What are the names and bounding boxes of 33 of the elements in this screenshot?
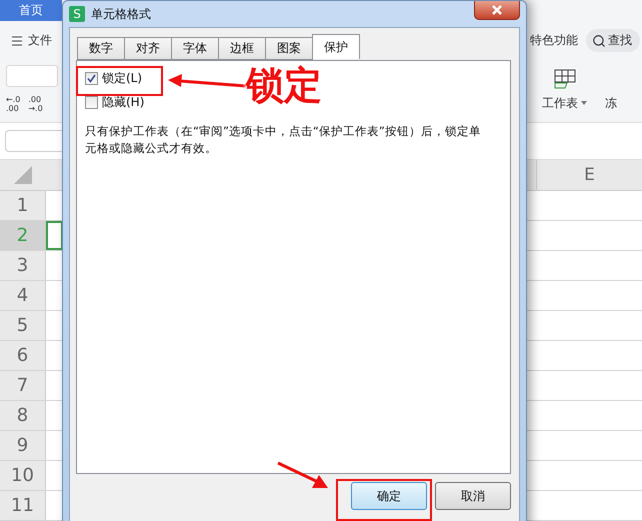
- row-header[interactable]: 1: [0, 191, 46, 220]
- row-header[interactable]: 5: [0, 311, 46, 340]
- row-header[interactable]: 11: [0, 491, 46, 520]
- decimal-button[interactable]: ←.0 .00: [6, 94, 20, 113]
- tab[interactable]: 数字: [77, 37, 125, 60]
- checkbox-label[interactable]: 锁定(L): [102, 70, 142, 86]
- ok-button[interactable]: 确定: [351, 482, 427, 510]
- worksheet-button[interactable]: 工作表: [542, 68, 587, 112]
- home-tab[interactable]: 首页: [0, 0, 62, 21]
- column-header[interactable]: E: [536, 160, 642, 190]
- freeze-button[interactable]: 冻: [605, 94, 617, 112]
- checkbox-label[interactable]: 隐藏(H): [102, 94, 144, 110]
- row-header[interactable]: 6: [0, 341, 46, 370]
- tab[interactable]: 保护: [312, 34, 360, 59]
- tab[interactable]: 图案: [265, 37, 313, 60]
- row-header[interactable]: 7: [0, 371, 46, 400]
- row-header[interactable]: 4: [0, 281, 46, 310]
- row-header[interactable]: 10: [0, 461, 46, 490]
- file-menu[interactable]: 文件: [10, 32, 52, 50]
- tab[interactable]: 字体: [171, 37, 219, 60]
- search-button[interactable]: 查找: [586, 29, 640, 52]
- decimal-button[interactable]: .00 →.0: [28, 94, 43, 113]
- cancel-button[interactable]: 取消: [435, 482, 511, 510]
- row-header[interactable]: 8: [0, 401, 46, 430]
- callout-text: 锁定: [246, 62, 322, 108]
- row-header[interactable]: 3: [0, 251, 46, 280]
- tab[interactable]: 边框: [218, 37, 266, 60]
- tab[interactable]: 对齐: [124, 37, 172, 60]
- row-header[interactable]: 9: [0, 431, 46, 460]
- help-text: 只有保护工作表（在“审阅”选项卡中，点击“保护工作表”按钮）后，锁定单元格或隐藏公式才有效。: [85, 123, 481, 157]
- window-title: 单元格格式: [91, 6, 151, 22]
- app-badge: S: [69, 6, 85, 22]
- feature-label[interactable]: 特色功能: [530, 32, 578, 50]
